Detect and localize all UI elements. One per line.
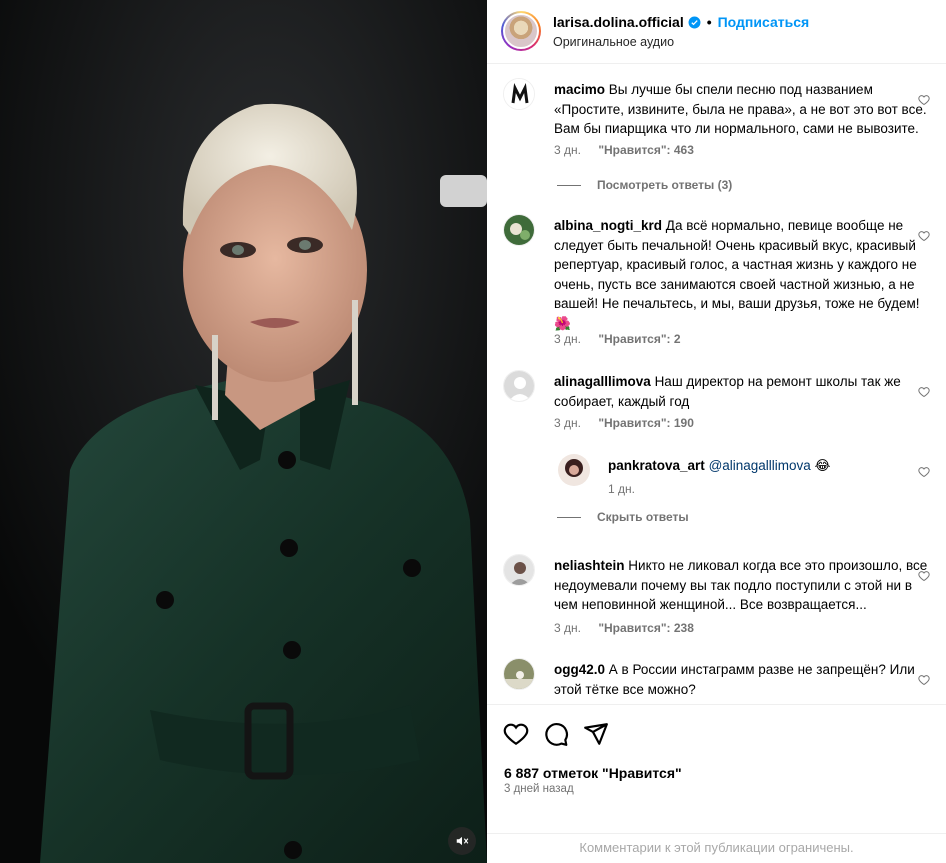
heart-outline-icon[interactable] bbox=[918, 386, 930, 398]
commenter-avatar[interactable] bbox=[503, 78, 535, 110]
comment-time: 3 дн. bbox=[554, 621, 581, 635]
reply-mention[interactable]: @alinagalllimova bbox=[709, 458, 811, 473]
comment-content: Вы лучше бы спели песню под названием «П… bbox=[554, 82, 927, 137]
commenter-avatar[interactable] bbox=[503, 370, 535, 402]
comment-likes[interactable]: "Нравится": 190 bbox=[598, 416, 694, 430]
separator-dot: • bbox=[706, 14, 712, 30]
comment-time: 3 дн. bbox=[554, 416, 581, 430]
heart-outline-icon[interactable] bbox=[918, 230, 930, 242]
reply-avatar[interactable] bbox=[558, 454, 590, 486]
comment-username[interactable]: ogg42.0 bbox=[554, 662, 605, 677]
comment-username[interactable]: macimo bbox=[554, 82, 605, 97]
post-likes-count[interactable]: 6 887 отметок "Нравится" bbox=[504, 765, 682, 781]
comment-text: macimo Вы лучше бы спели песню под назва… bbox=[554, 80, 934, 139]
heart-outline-icon[interactable] bbox=[918, 674, 930, 686]
commenter-avatar[interactable] bbox=[503, 214, 535, 246]
heart-outline-icon[interactable] bbox=[918, 466, 930, 478]
mute-button[interactable] bbox=[448, 827, 476, 855]
comment-time: 3 дн. bbox=[554, 332, 581, 346]
laughing-emoji: 😂 bbox=[814, 458, 831, 473]
comment-meta: 3 дн. "Нравится": 190 bbox=[554, 416, 708, 430]
author-line: larisa.dolina.official • Подписаться bbox=[553, 14, 809, 30]
original-audio-link[interactable]: Оригинальное аудио bbox=[553, 35, 674, 49]
follow-button[interactable]: Подписаться bbox=[718, 14, 810, 30]
comment-username[interactable]: alinagalllimova bbox=[554, 374, 651, 389]
heart-outline-icon[interactable] bbox=[918, 94, 930, 106]
video-frame bbox=[0, 0, 487, 863]
reply-username[interactable]: pankratova_art bbox=[608, 458, 705, 473]
commenter-avatar[interactable] bbox=[503, 554, 535, 586]
comment-text: alinagalllimova Наш директор на ремонт ш… bbox=[554, 372, 934, 411]
paper-plane-icon[interactable] bbox=[583, 721, 609, 747]
post-details-panel: larisa.dolina.official • Подписаться Ори… bbox=[487, 0, 946, 863]
comments-restricted-note: Комментарии к этой публикации ограничены… bbox=[487, 833, 946, 855]
hibiscus-emoji: 🌺 bbox=[554, 315, 571, 331]
heart-outline-icon[interactable] bbox=[918, 570, 930, 582]
heart-outline-icon[interactable] bbox=[503, 721, 529, 747]
post-timestamp: 3 дней назад bbox=[504, 783, 574, 795]
comment-meta: 3 дн. "Нравится": 2 bbox=[554, 332, 695, 346]
comment-content: А в России инстаграмм разве не запрещён?… bbox=[554, 662, 915, 697]
comment-meta: 3 дн. "Нравится": 238 bbox=[554, 621, 708, 635]
comment-text: albina_nogti_krd Да всё нормально, певиц… bbox=[554, 216, 934, 334]
comment-text: ogg42.0 А в России инстаграмм разве не з… bbox=[554, 660, 934, 699]
comment-likes[interactable]: "Нравится": 2 bbox=[598, 332, 680, 346]
view-replies-button[interactable]: Посмотреть ответы (3) bbox=[557, 178, 732, 192]
verified-badge-icon bbox=[688, 16, 701, 29]
post-media[interactable] bbox=[0, 0, 487, 863]
comment-username[interactable]: neliashtein bbox=[554, 558, 625, 573]
post-actions: 6 887 отметок "Нравится" 3 дней назад Ко… bbox=[487, 704, 946, 859]
reply-text: pankratova_art @alinagalllimova 😂 bbox=[608, 458, 830, 474]
speaker-muted-icon bbox=[456, 836, 469, 846]
comment-likes[interactable]: "Нравится": 238 bbox=[598, 621, 694, 635]
comment-likes[interactable]: "Нравится": 463 bbox=[598, 143, 694, 157]
comments-list[interactable]: macimo Вы лучше бы спели песню под назва… bbox=[487, 64, 946, 704]
author-username[interactable]: larisa.dolina.official bbox=[553, 14, 684, 30]
author-avatar[interactable] bbox=[501, 11, 541, 51]
comment-bubble-icon[interactable] bbox=[543, 721, 569, 747]
reply-time: 1 дн. bbox=[608, 482, 635, 496]
commenter-avatar[interactable] bbox=[503, 658, 535, 690]
hide-replies-button[interactable]: Скрыть ответы bbox=[557, 510, 689, 524]
comment-meta: 3 дн. "Нравится": 463 bbox=[554, 143, 708, 157]
comment-text: neliashtein Никто не ликовал когда все э… bbox=[554, 556, 934, 615]
comment-username[interactable]: albina_nogti_krd bbox=[554, 218, 662, 233]
post-header: larisa.dolina.official • Подписаться Ори… bbox=[487, 0, 946, 64]
comment-time: 3 дн. bbox=[554, 143, 581, 157]
